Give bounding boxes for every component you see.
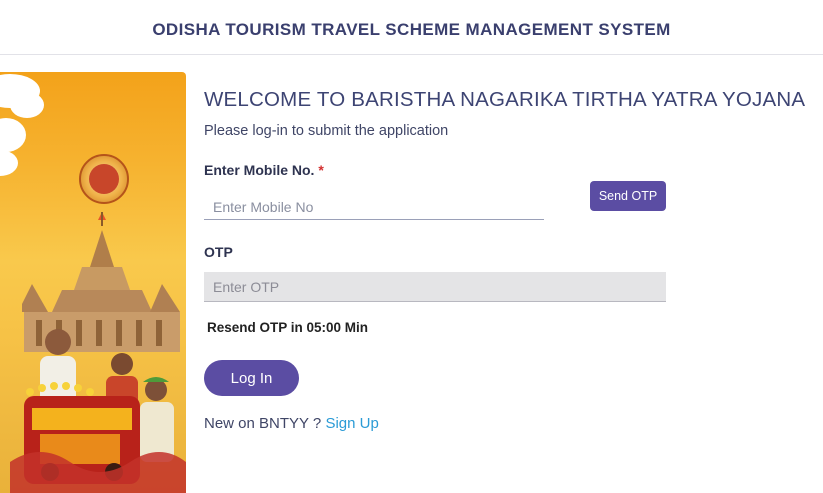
login-button[interactable]: Log In — [204, 360, 299, 396]
page-header: ODISHA TOURISM TRAVEL SCHEME MANAGEMENT … — [0, 0, 823, 55]
banner-illustration — [0, 72, 186, 493]
required-mark: * — [318, 162, 324, 178]
scheme-logo — [79, 154, 129, 204]
mobile-label-text: Enter Mobile No. — [204, 162, 315, 178]
send-otp-button[interactable]: Send OTP — [590, 181, 666, 211]
signup-prompt: New on BNTYY ? — [204, 415, 322, 432]
mobile-input[interactable] — [204, 194, 544, 220]
header-title: ODISHA TOURISM TRAVEL SCHEME MANAGEMENT … — [152, 19, 671, 39]
otp-label: OTP — [204, 244, 233, 260]
mobile-label: Enter Mobile No. * — [204, 162, 324, 178]
login-subtitle: Please log-in to submit the application — [204, 123, 449, 139]
welcome-heading: WELCOME TO BARISTHA NAGARIKA TIRTHA YATR… — [204, 88, 806, 111]
signup-link[interactable]: Sign Up — [325, 415, 378, 432]
otp-input[interactable] — [204, 272, 666, 302]
resend-otp-timer: Resend OTP in 05:00 Min — [207, 320, 369, 335]
signup-row: New on BNTYY ? Sign Up — [204, 415, 379, 432]
pilgrims-train-icon — [10, 329, 186, 493]
